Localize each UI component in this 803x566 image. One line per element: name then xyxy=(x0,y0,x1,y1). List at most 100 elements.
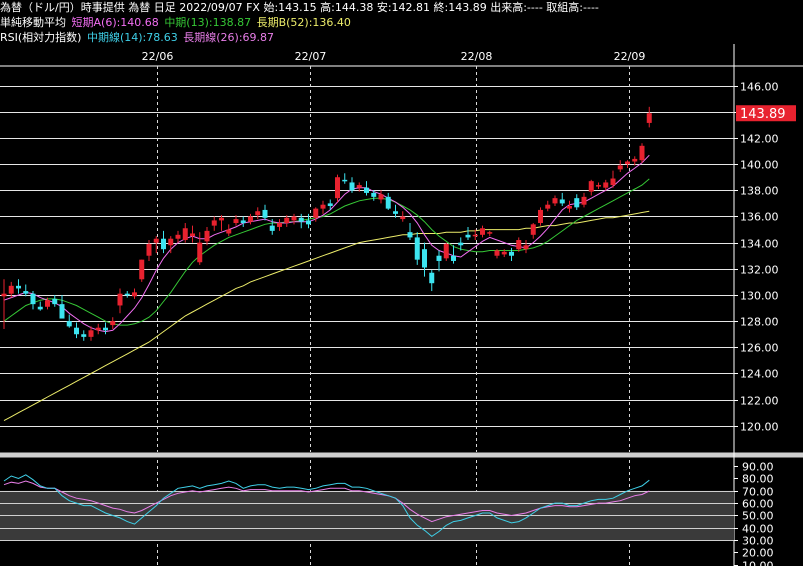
candle-body xyxy=(371,192,377,197)
candle-body xyxy=(66,321,72,327)
candle-body xyxy=(458,242,464,246)
price-tick-label: 130.00 xyxy=(740,290,779,303)
candle-body xyxy=(255,211,261,216)
rsi-tick-label: 60.00 xyxy=(742,498,774,511)
candle-body xyxy=(335,177,340,199)
price-tick-label: 122.00 xyxy=(740,395,779,408)
rsi-panel xyxy=(0,474,734,541)
rsi-tick-label: 20.00 xyxy=(742,547,774,560)
panel-separator xyxy=(0,452,803,458)
candle-body xyxy=(95,327,101,331)
candle-body xyxy=(204,230,210,242)
candle-body xyxy=(516,240,522,250)
candle-body xyxy=(190,233,195,237)
rsi-tick-label: 80.00 xyxy=(742,473,774,486)
candle-body xyxy=(277,223,282,227)
candle-body xyxy=(248,216,253,222)
date-label: 22/09 xyxy=(614,50,646,63)
rsi-tick-label: 10.00 xyxy=(742,560,774,566)
candle-body xyxy=(552,198,558,204)
candle-body xyxy=(182,228,188,241)
candle-body xyxy=(103,327,108,331)
candle-body xyxy=(52,298,58,305)
moving-averages xyxy=(3,154,650,422)
price-tick-label: 136.00 xyxy=(740,211,779,224)
candle-body xyxy=(211,220,217,226)
price-tick-label: 134.00 xyxy=(740,238,779,251)
candle-body xyxy=(320,204,326,209)
candle-body xyxy=(385,196,391,209)
price-tick-label: 132.00 xyxy=(740,264,779,277)
candle-body xyxy=(262,209,268,218)
rsi-tick-label: 50.00 xyxy=(742,510,774,523)
candle-body xyxy=(117,293,123,306)
candle-body xyxy=(610,178,616,186)
candle-body xyxy=(23,291,29,294)
candle-body xyxy=(364,187,369,193)
price-tick-label: 120.00 xyxy=(740,421,779,434)
candle-body xyxy=(436,255,442,261)
rsi-tick-label: 70.00 xyxy=(742,486,774,499)
candle-body xyxy=(407,232,413,238)
candle-body xyxy=(646,113,652,123)
price-tick-label: 146.00 xyxy=(740,81,779,94)
candle-body xyxy=(625,161,630,165)
date-label: 22/08 xyxy=(461,50,493,63)
candle-body xyxy=(429,272,435,284)
last-price-label: 143.89 xyxy=(740,107,786,122)
candle-body xyxy=(530,224,536,235)
candle-body xyxy=(639,145,645,161)
candle-body xyxy=(349,182,355,191)
candle-body xyxy=(356,185,362,188)
candle-body xyxy=(480,228,485,235)
candle-body xyxy=(16,285,21,289)
candle-body xyxy=(465,234,471,238)
candle-body xyxy=(596,185,601,187)
candle-body xyxy=(269,225,275,231)
candle-body xyxy=(581,196,587,205)
candle-body xyxy=(414,237,420,260)
axes: 120.00 122.00 124.00 126.00 128.00 130.00 132.… xyxy=(142,50,796,566)
candle-body xyxy=(81,334,87,337)
candle-body xyxy=(472,234,478,237)
price-tick-label: 126.00 xyxy=(740,342,779,355)
candle-body xyxy=(342,179,348,182)
candle-body xyxy=(8,285,14,294)
date-label: 22/06 xyxy=(142,50,174,63)
candle-body xyxy=(197,242,203,263)
candle-body xyxy=(233,219,239,224)
candle-body xyxy=(45,300,50,307)
price-tick-label: 128.00 xyxy=(740,316,779,329)
candle-body xyxy=(559,199,565,204)
candle-body xyxy=(219,217,224,221)
candle-body xyxy=(588,181,594,192)
candle-body xyxy=(110,321,116,326)
candle-body xyxy=(603,182,609,188)
candle-body xyxy=(545,204,551,209)
price-tick-label: 140.00 xyxy=(740,159,779,172)
candle-body xyxy=(487,232,493,234)
candle-body xyxy=(378,194,384,200)
candle-body xyxy=(74,327,79,335)
candle-body xyxy=(443,243,449,259)
candle-body xyxy=(306,220,311,225)
rsi-tick-label: 30.00 xyxy=(742,535,774,548)
candlestick-chart: 120.00 122.00 124.00 126.00 128.00 130.00 132.… xyxy=(0,44,803,566)
candle-body xyxy=(291,216,297,221)
candle-body xyxy=(153,238,159,243)
candle-body xyxy=(139,259,145,280)
candle-body xyxy=(124,293,130,296)
candle-body xyxy=(59,304,65,319)
candle-body xyxy=(538,209,543,224)
candle-body xyxy=(313,208,319,218)
candle-body xyxy=(1,293,7,297)
candle-body xyxy=(37,306,43,310)
candle-body xyxy=(632,158,638,162)
price-tick-label: 138.00 xyxy=(740,185,779,198)
candle-body xyxy=(400,216,406,220)
candle-body xyxy=(393,211,398,214)
candle-body xyxy=(451,255,456,261)
candle-body xyxy=(226,229,232,234)
candle-body xyxy=(284,217,290,224)
date-label: 22/07 xyxy=(295,50,327,63)
